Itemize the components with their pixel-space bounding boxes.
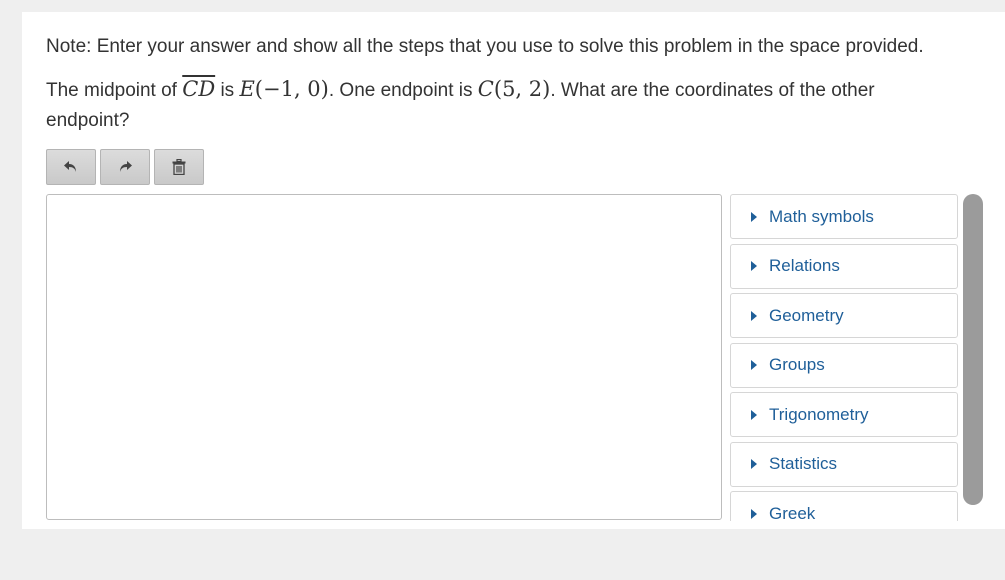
endpoint-letter: C [477, 77, 494, 101]
symbol-palette: Math symbols Relations Geometry Groups T… [730, 194, 958, 521]
palette-item-math-symbols[interactable]: Math symbols [730, 194, 958, 239]
palette-item-label: Groups [769, 355, 825, 374]
endpoint-expression: C(5, 2) [478, 77, 551, 101]
palette-item-trigonometry[interactable]: Trigonometry [730, 392, 958, 437]
trash-icon [172, 159, 186, 175]
palette-item-label: Trigonometry [769, 404, 869, 424]
undo-button[interactable] [46, 149, 96, 185]
midpoint-coords: (−1, 0) [254, 77, 329, 101]
caret-right-icon [751, 310, 757, 321]
palette-item-greek[interactable]: Greek [730, 491, 958, 521]
caret-right-icon [751, 360, 757, 370]
caret-right-icon [751, 508, 757, 519]
segment-label: CD [182, 77, 215, 101]
clear-button[interactable] [154, 149, 204, 185]
palette-item-label: Math symbols [769, 206, 874, 226]
midpoint-letter: E [239, 77, 255, 101]
endpoint-coords: (5, 2) [493, 77, 551, 101]
palette-item-statistics[interactable]: Statistics [730, 441, 958, 487]
question-card: Note: Enter your answer and show all the… [22, 12, 1005, 529]
palette-item-label: Relations [769, 256, 840, 275]
redo-icon [120, 161, 132, 172]
palette-item-relations[interactable]: Relations [730, 243, 958, 289]
palette-scrollbar[interactable] [963, 194, 983, 505]
segment-name: CD [182, 77, 216, 101]
redo-button[interactable] [100, 149, 150, 185]
palette-item-label: Statistics [769, 454, 838, 473]
question-prefix: The midpoint of [46, 80, 177, 101]
answer-input-area[interactable] [46, 194, 722, 520]
caret-right-icon [751, 409, 757, 420]
palette-item-label: Greek [769, 503, 816, 522]
caret-right-icon [751, 261, 757, 271]
palette-item-geometry[interactable]: Geometry [730, 293, 958, 338]
question-middle: . One endpoint is [328, 80, 473, 101]
palette-item-groups[interactable]: Groups [730, 342, 958, 388]
question-text: The midpoint of CD is E(−1, 0). One endp… [46, 74, 946, 136]
instructions-note: Note: Enter your answer and show all the… [46, 36, 924, 57]
midpoint-expression: E(−1, 0) [239, 77, 328, 101]
caret-right-icon [751, 459, 757, 469]
palette-item-label: Geometry [769, 305, 844, 325]
undo-icon [64, 161, 76, 172]
caret-right-icon [751, 211, 757, 222]
question-is: is [220, 80, 235, 101]
editor-toolbar [46, 149, 204, 185]
